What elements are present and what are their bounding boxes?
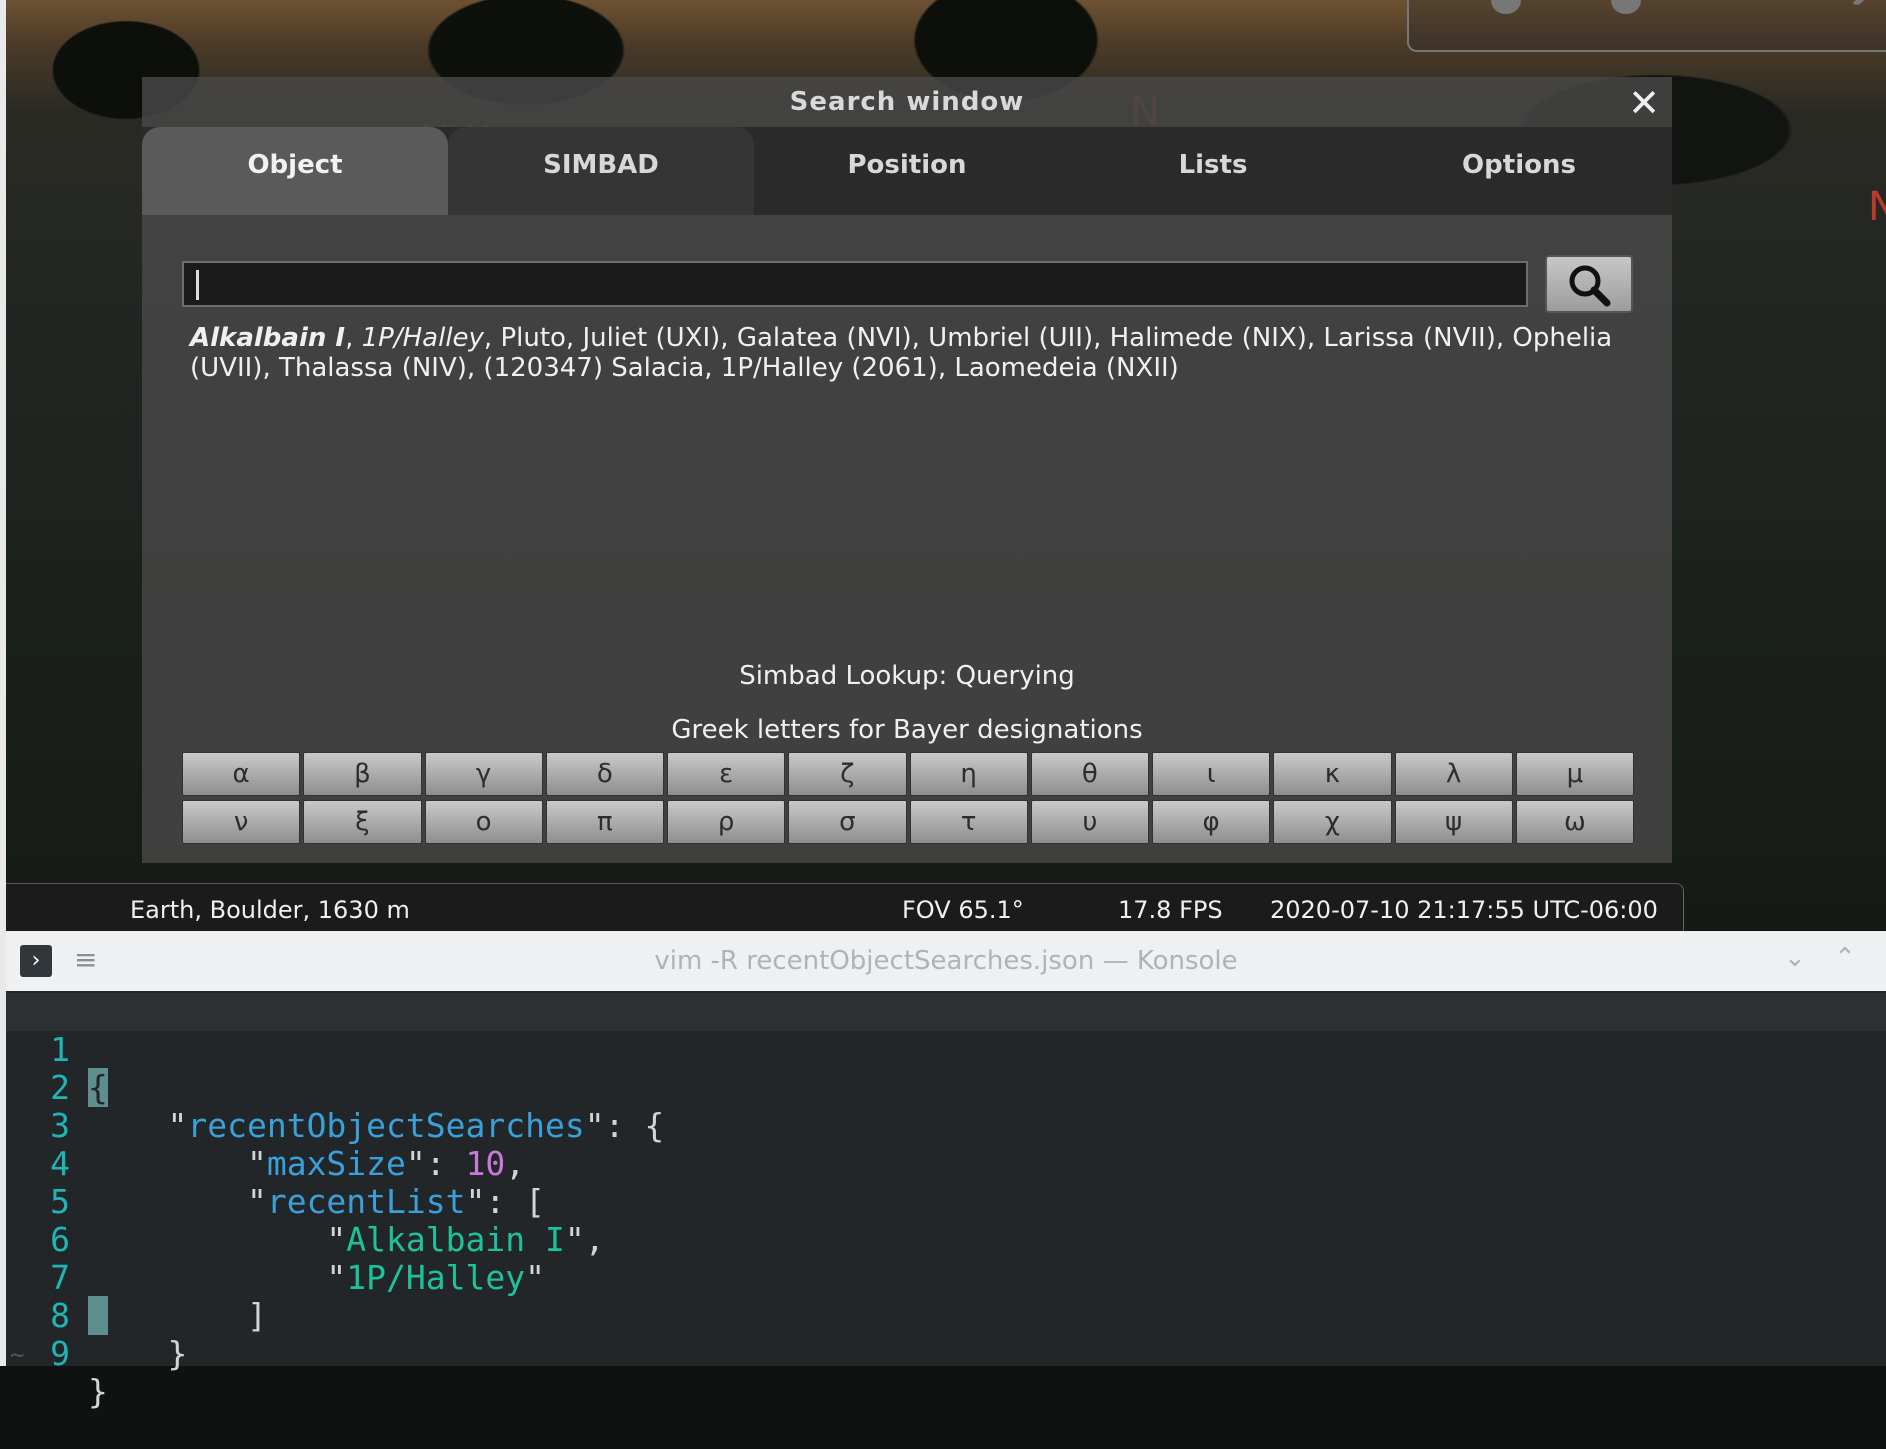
code-line: 4 "recentList": [ xyxy=(6,1107,1886,1221)
top-toolbar xyxy=(1407,0,1886,52)
toolbar-icon[interactable] xyxy=(1491,0,1521,14)
greek-key-sigma[interactable]: σ xyxy=(788,800,907,844)
search-icon xyxy=(1569,265,1611,307)
greek-key-upsilon[interactable]: υ xyxy=(1030,800,1149,844)
greek-key-omega[interactable]: ω xyxy=(1515,800,1634,844)
result-item[interactable]: Alkalbain I xyxy=(190,323,345,353)
greek-letter-keyboard: α β γ δ ε ζ η θ ι κ λ μ ν ξ ο π ρ σ τ υ … xyxy=(182,752,1634,846)
code-line: 7 ] xyxy=(6,1221,1886,1335)
search-results: Alkalbain I, 1P/Halley, Pluto, Juliet (U… xyxy=(190,323,1613,383)
greek-key-theta[interactable]: θ xyxy=(1030,752,1149,796)
greek-key-kappa[interactable]: κ xyxy=(1273,752,1392,796)
greek-key-delta[interactable]: δ xyxy=(545,752,664,796)
json-brace: } xyxy=(167,1334,188,1373)
tab-object[interactable]: Object xyxy=(142,127,448,215)
greek-letters-label: Greek letters for Bayer designations xyxy=(671,715,1143,745)
search-button[interactable] xyxy=(1545,255,1633,313)
greek-key-gamma[interactable]: γ xyxy=(424,752,543,796)
konsole-titlebar: vim -R recentObjectSearches.json — Konso… xyxy=(6,931,1886,991)
greek-key-epsilon[interactable]: ε xyxy=(667,752,786,796)
search-input[interactable]: I xyxy=(182,261,1528,307)
fov-text: FOV 65.1° xyxy=(902,896,1024,924)
minimize-icon[interactable]: ⌄ xyxy=(1784,943,1806,973)
greek-key-psi[interactable]: ψ xyxy=(1394,800,1513,844)
greek-key-phi[interactable]: φ xyxy=(1152,800,1271,844)
terminal[interactable]: 1 { 2 "recentObjectSearches": { 3 "maxSi… xyxy=(6,991,1886,1411)
location-text: Earth, Boulder, 1630 m xyxy=(130,896,410,924)
code-line: 6 "1P/Halley" xyxy=(6,1183,1886,1297)
datetime-text: 2020-07-10 21:17:55 UTC-06:00 xyxy=(1270,896,1658,924)
search-window: Search window ✕ Object SIMBAD Position L… xyxy=(142,77,1672,863)
tab-simbad[interactable]: SIMBAD xyxy=(448,127,754,215)
code-line: 9 } xyxy=(6,1297,1886,1411)
greek-key-omicron[interactable]: ο xyxy=(424,800,543,844)
greek-key-chi[interactable]: χ xyxy=(1273,800,1392,844)
toolbar-icon[interactable] xyxy=(1611,0,1641,14)
tab-position[interactable]: Position xyxy=(754,127,1060,215)
greek-key-xi[interactable]: ξ xyxy=(303,800,422,844)
search-window-tabs: Object SIMBAD Position Lists Options xyxy=(142,127,1672,215)
code-line: 2 "recentObjectSearches": { xyxy=(6,1031,1886,1145)
status-bar: Earth, Boulder, 1630 m FOV 65.1° 17.8 FP… xyxy=(6,883,1684,932)
code-line: 3 "maxSize": 10, xyxy=(6,1069,1886,1183)
terminal-menu-icon[interactable]: › xyxy=(20,945,52,977)
maximize-icon[interactable]: ⌃ xyxy=(1834,943,1856,973)
tab-options[interactable]: Options xyxy=(1366,127,1672,215)
greek-key-nu[interactable]: ν xyxy=(182,800,301,844)
result-item[interactable]: 1P/Halley xyxy=(362,323,484,353)
hamburger-icon[interactable]: ≡ xyxy=(74,943,97,976)
close-icon[interactable]: ✕ xyxy=(1626,84,1662,122)
tab-lists[interactable]: Lists xyxy=(1060,127,1366,215)
text-caret xyxy=(196,269,199,300)
greek-key-eta[interactable]: η xyxy=(909,752,1028,796)
fps-text: 17.8 FPS xyxy=(1118,896,1223,924)
greek-key-beta[interactable]: β xyxy=(303,752,422,796)
compass-label-n-right: N xyxy=(1868,184,1886,230)
vim-tilde: ~ xyxy=(10,1341,25,1369)
konsole-title: vim -R recentObjectSearches.json — Konso… xyxy=(654,946,1238,976)
greek-key-alpha[interactable]: α xyxy=(182,752,301,796)
greek-key-tau[interactable]: τ xyxy=(909,800,1028,844)
json-brace: } xyxy=(88,1372,108,1411)
greek-key-zeta[interactable]: ζ xyxy=(788,752,907,796)
toolbar-icon[interactable] xyxy=(1852,0,1886,8)
greek-key-mu[interactable]: μ xyxy=(1515,752,1634,796)
search-window-title: Search window xyxy=(789,87,1025,117)
code-line: 5 "Alkalbain I", xyxy=(6,1145,1886,1259)
simbad-status: Simbad Lookup: Querying xyxy=(739,661,1075,691)
code-line: 1 { xyxy=(6,993,1886,1107)
greek-key-pi[interactable]: π xyxy=(545,800,664,844)
greek-key-lambda[interactable]: λ xyxy=(1394,752,1513,796)
greek-key-iota[interactable]: ι xyxy=(1152,752,1271,796)
code-line: 8 } xyxy=(6,1259,1886,1373)
greek-key-rho[interactable]: ρ xyxy=(667,800,786,844)
